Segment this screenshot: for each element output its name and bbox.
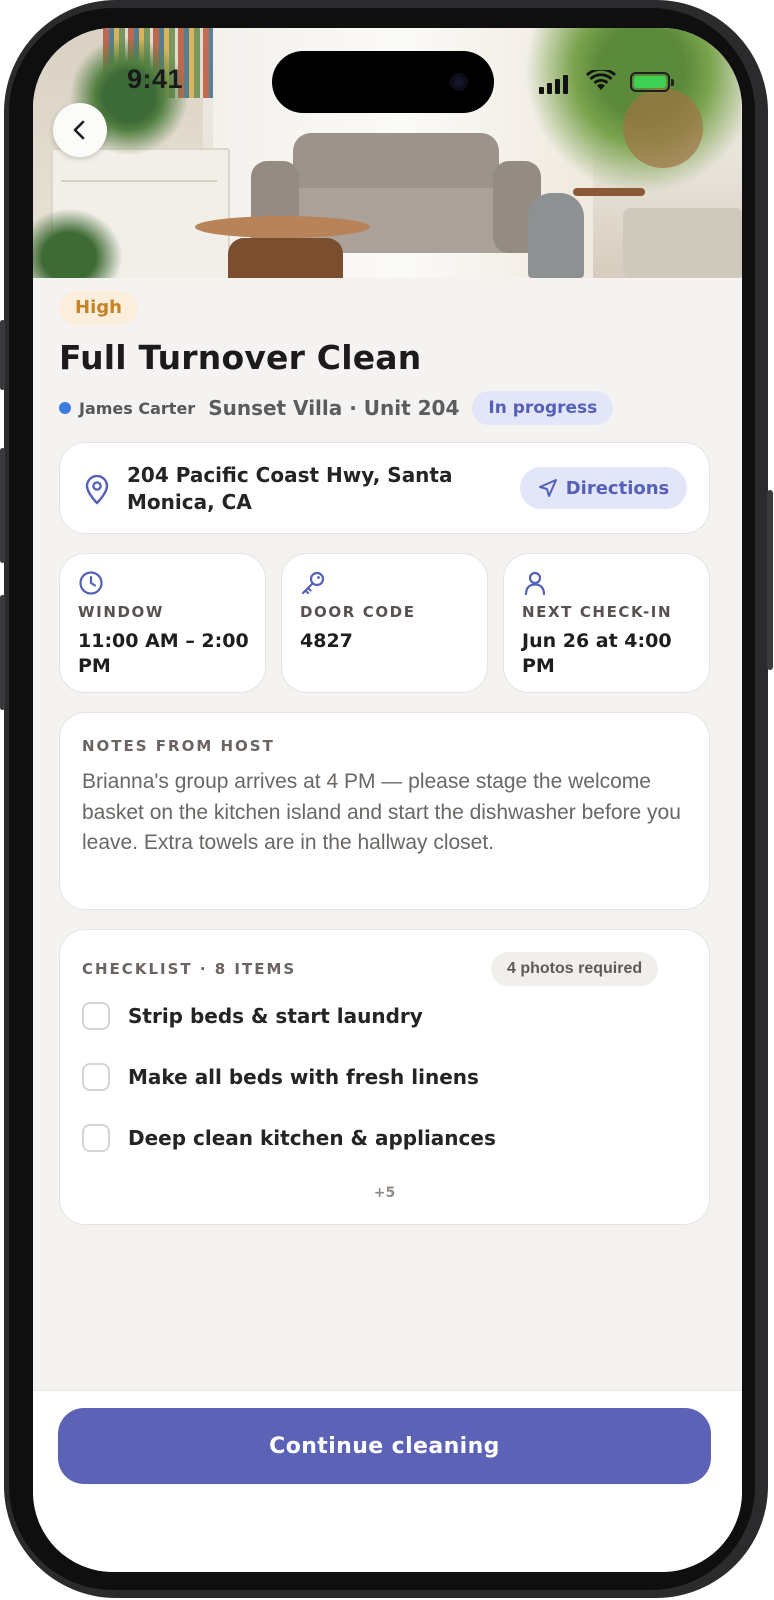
checkbox[interactable]	[82, 1002, 110, 1030]
cellular-signal-icon	[539, 75, 568, 94]
more-items-indicator[interactable]: +5	[60, 1185, 709, 1201]
info-label: WINDOW	[78, 603, 165, 621]
status-badge: In progress	[472, 391, 614, 425]
person-icon	[524, 571, 546, 596]
info-value: 4827	[300, 630, 353, 652]
status-bar: 9:41	[33, 28, 742, 128]
photos-required-badge: 4 photos required	[491, 952, 659, 986]
host-notes-card: NOTES FROM HOST Brianna's group arrives …	[59, 712, 710, 910]
checklist-item[interactable]: Deep clean kitchen & appliances	[82, 1122, 496, 1154]
info-card-door-code: DOOR CODE 4827	[281, 553, 488, 693]
job-title: Full Turnover Clean	[59, 338, 422, 377]
notes-text: Brianna's group arrives at 4 PM — please…	[82, 770, 681, 854]
checkbox[interactable]	[82, 1124, 110, 1152]
info-label: NEXT CHECK-IN	[522, 603, 673, 621]
info-value: 11:00 AM – 2:00 PM	[78, 630, 249, 677]
chevron-left-icon	[73, 120, 85, 140]
notes-heading: NOTES FROM HOST	[82, 737, 275, 755]
back-button[interactable]	[53, 103, 107, 157]
info-card-next-check-in: NEXT CHECK-IN Jun 26 at 4:00 PM	[503, 553, 710, 693]
property-name: Sunset Villa · Unit 204	[208, 396, 460, 420]
map-pin-icon	[85, 475, 109, 505]
clock-icon	[79, 571, 103, 595]
side-button-volume-up	[0, 448, 5, 563]
bottom-action-bar: Continue cleaning	[33, 1390, 742, 1572]
camera-icon	[450, 73, 468, 91]
checklist-item-label: Deep clean kitchen & appliances	[128, 1126, 496, 1150]
checklist-item[interactable]: Make all beds with fresh linens	[82, 1061, 479, 1093]
checklist-item[interactable]: Strip beds & start laundry	[82, 1000, 423, 1032]
directions-button[interactable]: Directions	[520, 467, 687, 509]
side-button-power	[767, 490, 773, 670]
key-icon	[301, 571, 325, 595]
phone-frame: 9:41 High Full Turnover Clean James Cart…	[0, 0, 774, 1600]
checklist-item-label: Make all beds with fresh linens	[128, 1065, 479, 1089]
host-name: James Carter	[79, 398, 196, 418]
info-value: Jun 26 at 4:00 PM	[522, 630, 672, 677]
status-time: 9:41	[127, 64, 184, 94]
side-button-action	[0, 320, 5, 390]
address-card: 204 Pacific Coast Hwy, Santa Monica, CA …	[59, 442, 710, 534]
host-indicator-dot	[59, 402, 71, 414]
checklist-card: CHECKLIST · 8 ITEMS 4 photos required St…	[59, 929, 710, 1225]
wifi-icon	[586, 70, 616, 90]
checklist-item-label: Strip beds & start laundry	[128, 1004, 423, 1028]
priority-badge: High	[59, 291, 138, 325]
app-screen: 9:41 High Full Turnover Clean James Cart…	[33, 28, 742, 1572]
directions-label: Directions	[565, 477, 670, 499]
job-meta: James Carter Sunset Villa · Unit 204 In …	[59, 391, 614, 425]
info-card-window: WINDOW 11:00 AM – 2:00 PM	[59, 553, 266, 693]
info-label: DOOR CODE	[300, 603, 416, 621]
dynamic-island	[272, 51, 494, 113]
battery-icon	[630, 72, 674, 92]
checklist-heading: CHECKLIST · 8 ITEMS	[82, 960, 297, 978]
side-button-volume-down	[0, 595, 5, 710]
navigation-arrow-icon	[538, 479, 557, 497]
address-text: 204 Pacific Coast Hwy, Santa Monica, CA	[127, 463, 453, 514]
continue-cleaning-button[interactable]: Continue cleaning	[58, 1408, 711, 1484]
checkbox[interactable]	[82, 1063, 110, 1091]
